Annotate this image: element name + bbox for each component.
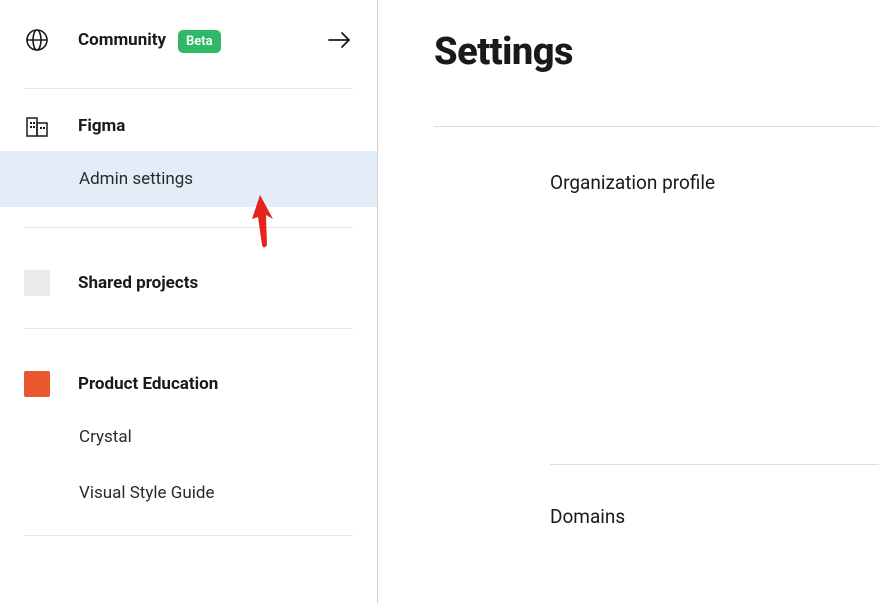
subitem-label: Visual Style Guide [79, 483, 214, 503]
folder-swatch-icon [24, 371, 50, 397]
divider [24, 328, 353, 329]
subitem-label: Crystal [79, 427, 132, 447]
section-header-figma[interactable]: Figma [0, 101, 377, 151]
sidebar-item-crystal[interactable]: Crystal [0, 409, 377, 465]
divider [550, 464, 879, 465]
folder-swatch-icon [24, 270, 50, 296]
divider [434, 126, 879, 127]
divider [24, 88, 353, 89]
sidebar-item-visual-style-guide[interactable]: Visual Style Guide [0, 465, 377, 521]
settings-section-org-profile[interactable]: Organization profile [434, 171, 879, 194]
sidebar-section-figma: Figma Admin settings [0, 101, 377, 207]
divider [24, 227, 353, 228]
page-title: Settings [434, 30, 879, 74]
sidebar-section-product-education: Product Education Crystal Visual Style G… [0, 359, 377, 521]
section-header-product-education[interactable]: Product Education [0, 359, 377, 409]
section-title: Figma [78, 116, 125, 136]
section-title: Product Education [78, 374, 218, 394]
section-title: Shared projects [78, 273, 198, 293]
community-label: Community [78, 30, 166, 50]
main-panel: Settings Organization profile Domains [378, 0, 879, 603]
sidebar: Community Beta [0, 0, 378, 603]
arrow-right-icon [327, 27, 353, 53]
buildings-icon [24, 113, 50, 139]
subitem-label: Admin settings [79, 169, 193, 189]
settings-section-domains[interactable]: Domains [434, 505, 879, 528]
beta-badge: Beta [178, 30, 221, 53]
sidebar-item-community[interactable]: Community Beta [0, 14, 377, 66]
divider [24, 535, 353, 536]
globe-icon [24, 27, 50, 53]
sidebar-item-admin-settings[interactable]: Admin settings [0, 151, 377, 207]
sidebar-section-shared-projects: Shared projects [0, 258, 377, 308]
section-header-shared-projects[interactable]: Shared projects [0, 258, 377, 308]
